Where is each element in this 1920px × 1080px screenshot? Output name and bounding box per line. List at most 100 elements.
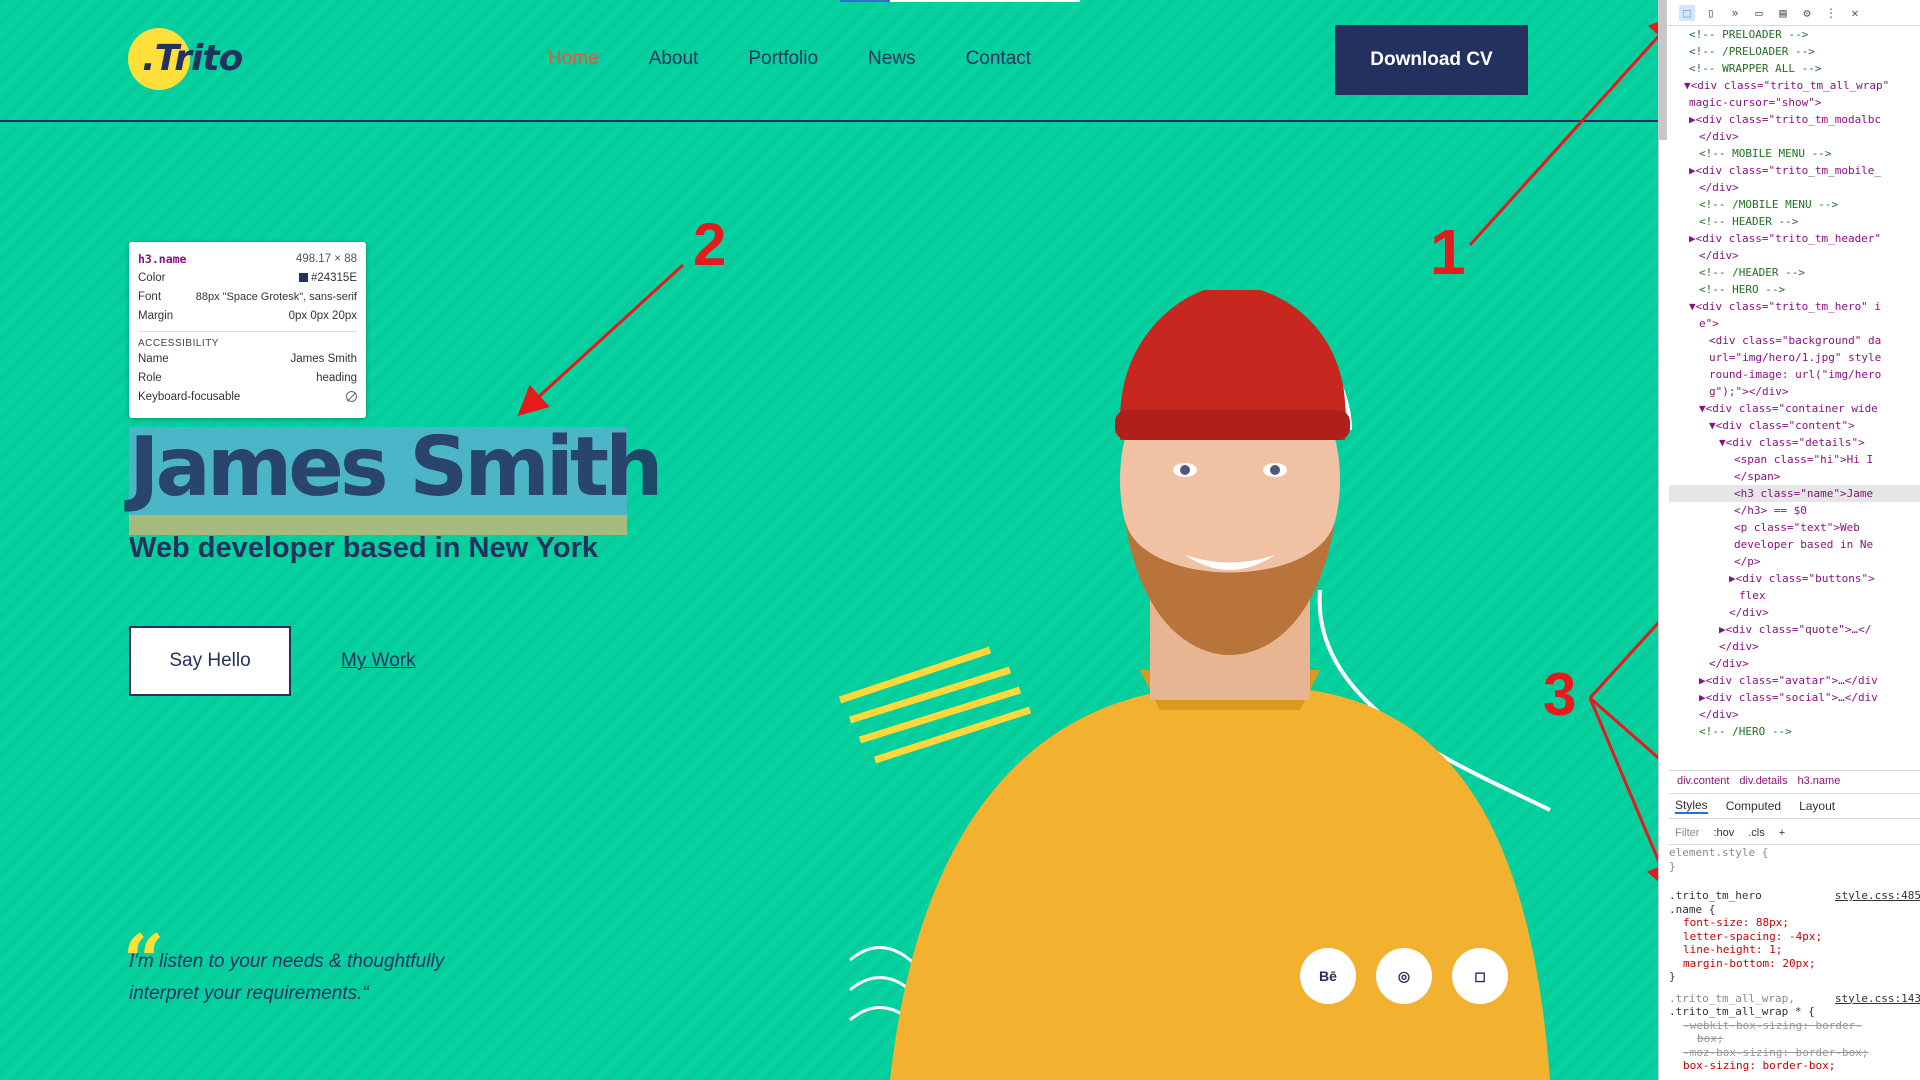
filter-input[interactable]: Filter <box>1675 827 1699 839</box>
elements-tree-line[interactable]: magic-cursor="show"> <box>1669 94 1920 111</box>
tab-computed[interactable]: Computed <box>1726 799 1781 813</box>
header-divider <box>0 120 1658 122</box>
elements-tree-line[interactable]: ▶<div class="quote">…</ <box>1669 621 1920 638</box>
elements-tree-line[interactable]: </div> <box>1669 706 1920 723</box>
elements-tree-line[interactable]: ▼<div class="container wide <box>1669 400 1920 417</box>
breadcrumb-details[interactable]: div.details <box>1739 775 1787 787</box>
elements-tree-line[interactable]: ▶<div class="social">…</div <box>1669 689 1920 706</box>
issues-icon[interactable]: ▭ <box>1751 5 1767 21</box>
elements-tree[interactable]: <!-- PRELOADER --> <!-- /PRELOADER --> <!-… <box>1669 26 1920 750</box>
elements-tree-line[interactable]: e"> <box>1669 315 1920 332</box>
annotation-2: 2 <box>693 211 727 278</box>
nav-about[interactable]: About <box>649 48 699 70</box>
tab-styles[interactable]: Styles <box>1675 798 1708 814</box>
quote-line-2: interpret your requirements.“ <box>129 983 369 1004</box>
elements-tree-line[interactable]: ▼<div class="details"> <box>1669 434 1920 451</box>
rule2-prop-webkit[interactable]: -webkit-box-sizing: border- <box>1669 1019 1920 1033</box>
elements-tree-line[interactable]: </div> <box>1669 604 1920 621</box>
elements-tree-line[interactable]: ▼<div class="content"> <box>1669 417 1920 434</box>
download-cv-button[interactable]: Download CV <box>1335 25 1528 95</box>
cls-toggle[interactable]: .cls <box>1748 827 1765 839</box>
elements-tree-line[interactable]: <p class="text">Web <box>1669 519 1920 536</box>
elements-tree-line[interactable]: </div> <box>1669 179 1920 196</box>
tooltip-margin-label: Margin <box>138 309 174 322</box>
elements-tree-line[interactable]: flex <box>1669 587 1920 604</box>
elements-tree-line[interactable]: </div> <box>1669 128 1920 145</box>
rule1-close: } <box>1669 970 1676 983</box>
elements-tree-line[interactable]: <!-- HERO --> <box>1669 281 1920 298</box>
elements-tree-line[interactable]: ▶<div class="trito_tm_modalbc <box>1669 111 1920 128</box>
elements-tree-line[interactable]: g");"></div> <box>1669 383 1920 400</box>
tooltip-name-value: James Smith <box>290 352 357 365</box>
hov-toggle[interactable]: :hov <box>1713 827 1734 839</box>
elements-tree-line[interactable]: <!-- /PRELOADER --> <box>1669 43 1920 60</box>
close-icon[interactable]: ✕ <box>1847 5 1863 21</box>
elements-tree-line[interactable]: </div> <box>1669 655 1920 672</box>
elements-tree-line[interactable]: <h3 class="name">Jame <box>1669 485 1920 502</box>
more-tabs-icon[interactable]: » <box>1727 5 1743 21</box>
element-style-rule[interactable]: element.style { <box>1669 846 1920 860</box>
messages-icon[interactable]: ▤ <box>1775 5 1791 21</box>
site-logo[interactable]: .Trito <box>128 28 243 90</box>
elements-tree-line[interactable]: ▶<div class="trito_tm_mobile_ <box>1669 162 1920 179</box>
my-work-link[interactable]: My Work <box>341 650 416 672</box>
nav-home[interactable]: Home <box>548 48 599 70</box>
element-style-close: } <box>1669 859 1676 873</box>
nav-news[interactable]: News <box>868 48 916 70</box>
elements-tree-line[interactable]: <!-- MOBILE MENU --> <box>1669 145 1920 162</box>
elements-tree-line[interactable]: <!-- HEADER --> <box>1669 213 1920 230</box>
elements-tree-line[interactable]: </div> <box>1669 247 1920 264</box>
tooltip-selector: h3.name <box>138 251 187 266</box>
rule2-source-link[interactable]: style.css:143 <box>1835 992 1920 1006</box>
elements-tree-line[interactable]: </span> <box>1669 468 1920 485</box>
instagram-icon[interactable]: ◻ <box>1452 948 1508 1004</box>
dribbble-icon[interactable]: ◎ <box>1376 948 1432 1004</box>
settings-icon[interactable]: ⚙ <box>1799 5 1815 21</box>
say-hello-button[interactable]: Say Hello <box>129 626 291 696</box>
menu-icon[interactable]: ⋮ <box>1823 5 1839 21</box>
breadcrumb-content[interactable]: div.content <box>1677 775 1729 787</box>
tab-layout[interactable]: Layout <box>1799 799 1835 813</box>
hero-subtitle: Web developer based in New York <box>129 532 598 564</box>
inspect-tooltip: h3.name 498.17 × 88 Color #24315E Font 88px… <box>129 242 366 418</box>
elements-tree-line[interactable]: round-image: url("img/hero <box>1669 366 1920 383</box>
elements-tree-line[interactable]: ▶<div class="trito_tm_header" <box>1669 230 1920 247</box>
rule1-source-link[interactable]: style.css:485 <box>1835 889 1920 903</box>
nav-portfolio[interactable]: Portfolio <box>748 48 818 70</box>
elements-tree-line[interactable]: <span class="hi">Hi I <box>1669 451 1920 468</box>
elements-tree-line[interactable]: <!-- /HERO --> <box>1669 723 1920 740</box>
elements-tree-line[interactable]: url="img/hero/1.jpg" style <box>1669 349 1920 366</box>
rule2-header: .trito_tm_all_wrap, style.css:143 <box>1669 992 1920 1006</box>
rule1-prop-margin-bottom[interactable]: margin-bottom: 20px; <box>1669 957 1920 971</box>
styles-filter: Filter :hov .cls + <box>1669 821 1920 845</box>
nav-contact[interactable]: Contact <box>966 48 1031 70</box>
elements-tree-line[interactable]: ▶<div class="buttons"> <box>1669 570 1920 587</box>
elements-tree-line[interactable]: ▶<div class="avatar">…</div <box>1669 672 1920 689</box>
elements-tree-line[interactable]: <div class="background" da <box>1669 332 1920 349</box>
elements-tree-line[interactable]: <!-- /MOBILE MENU --> <box>1669 196 1920 213</box>
rule2-prop-moz[interactable]: -moz-box-sizing: border-box; <box>1669 1046 1920 1060</box>
elements-tree-line[interactable]: ▼<div class="trito_tm_hero" i <box>1669 298 1920 315</box>
elements-tree-line[interactable]: </p> <box>1669 553 1920 570</box>
elements-tree-line[interactable]: <!-- WRAPPER ALL --> <box>1669 60 1920 77</box>
elements-tree-line[interactable]: <!-- /HEADER --> <box>1669 264 1920 281</box>
elements-tree-line[interactable]: <!-- PRELOADER --> <box>1669 26 1920 43</box>
page-scrollbar[interactable] <box>1659 0 1667 140</box>
behance-icon[interactable]: Bē <box>1300 948 1356 1004</box>
rule1-prop-line-height[interactable]: line-height: 1; <box>1669 943 1920 957</box>
styles-pane: element.style { } .trito_tm_hero style.c… <box>1669 846 1920 1073</box>
breadcrumb-name[interactable]: h3.name <box>1798 775 1841 787</box>
elements-tree-line[interactable]: </div> <box>1669 638 1920 655</box>
rule1-selector: .trito_tm_hero <box>1669 889 1762 902</box>
inspect-element-icon[interactable]: ⬚ <box>1679 4 1695 21</box>
rule1-prop-letter-spacing[interactable]: letter-spacing: -4px; <box>1669 930 1920 944</box>
main-nav: Home About Portfolio News Contact <box>548 48 1031 70</box>
elements-tree-line[interactable]: ▼<div class="trito_tm_all_wrap" <box>1669 77 1920 94</box>
rule2-prop-box-sizing[interactable]: box-sizing: border-box; <box>1669 1059 1920 1073</box>
rule1-prop-font-size[interactable]: font-size: 88px; <box>1669 916 1920 930</box>
elements-tree-line[interactable]: </h3> == $0 <box>1669 502 1920 519</box>
add-rule-icon[interactable]: + <box>1779 827 1785 839</box>
hero-name: James Smith <box>129 420 663 515</box>
elements-tree-line[interactable]: developer based in Ne <box>1669 536 1920 553</box>
device-toggle-icon[interactable]: ▯ <box>1703 5 1719 21</box>
